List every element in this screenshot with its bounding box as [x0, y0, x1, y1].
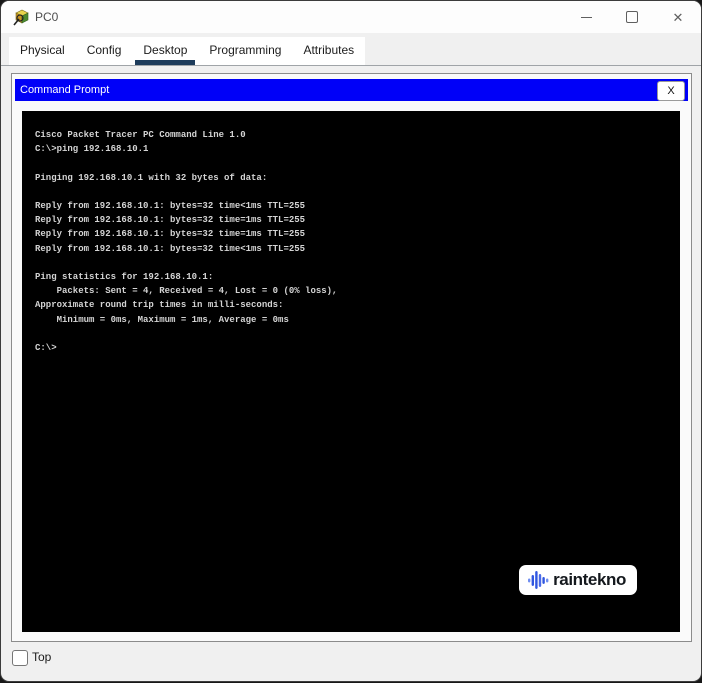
close-button[interactable]: ✕	[655, 1, 701, 33]
tab-label: Desktop	[143, 43, 188, 57]
window-titlebar: PC0 ✕	[1, 1, 701, 33]
tab-physical[interactable]: Physical	[9, 37, 76, 65]
command-prompt-title: Command Prompt	[20, 84, 110, 96]
close-icon: ✕	[672, 9, 684, 25]
packet-tracer-icon	[13, 9, 29, 26]
maximize-icon	[626, 11, 638, 23]
tab-attributes[interactable]: Attributes	[292, 37, 365, 65]
raintekno-logo-icon	[528, 571, 549, 589]
command-prompt-close-button[interactable]: X	[657, 81, 685, 101]
tab-label: Config	[86, 43, 122, 57]
desktop-pane: Command Prompt X Cisco Packet Tracer PC …	[11, 73, 692, 642]
tab-label: Attributes	[303, 43, 355, 57]
tab-desktop[interactable]: Desktop	[132, 37, 198, 65]
top-checkbox[interactable]	[12, 650, 28, 666]
tab-label: Physical	[20, 43, 65, 57]
minimize-button[interactable]	[563, 1, 609, 33]
tab-config[interactable]: Config	[76, 37, 133, 65]
tab-bar: Physical Config Desktop Programming Attr…	[9, 37, 366, 65]
tab-programming[interactable]: Programming	[198, 37, 292, 65]
pc0-window: PC0 ✕ Physical Config Desktop Programmin…	[1, 1, 701, 681]
tab-pane-border	[1, 65, 701, 66]
raintekno-watermark: raintekno	[519, 565, 637, 595]
top-checkbox-label: Top	[32, 650, 52, 664]
raintekno-label: raintekno	[553, 570, 626, 589]
terminal-screen[interactable]: Cisco Packet Tracer PC Command Line 1.0 …	[22, 111, 680, 632]
minimize-icon	[580, 16, 592, 18]
maximize-button[interactable]	[609, 1, 655, 33]
window-title: PC0	[35, 10, 59, 24]
command-prompt-titlebar: Command Prompt X	[15, 79, 688, 101]
terminal-output: Cisco Packet Tracer PC Command Line 1.0 …	[35, 130, 338, 354]
tab-label: Programming	[209, 43, 282, 57]
